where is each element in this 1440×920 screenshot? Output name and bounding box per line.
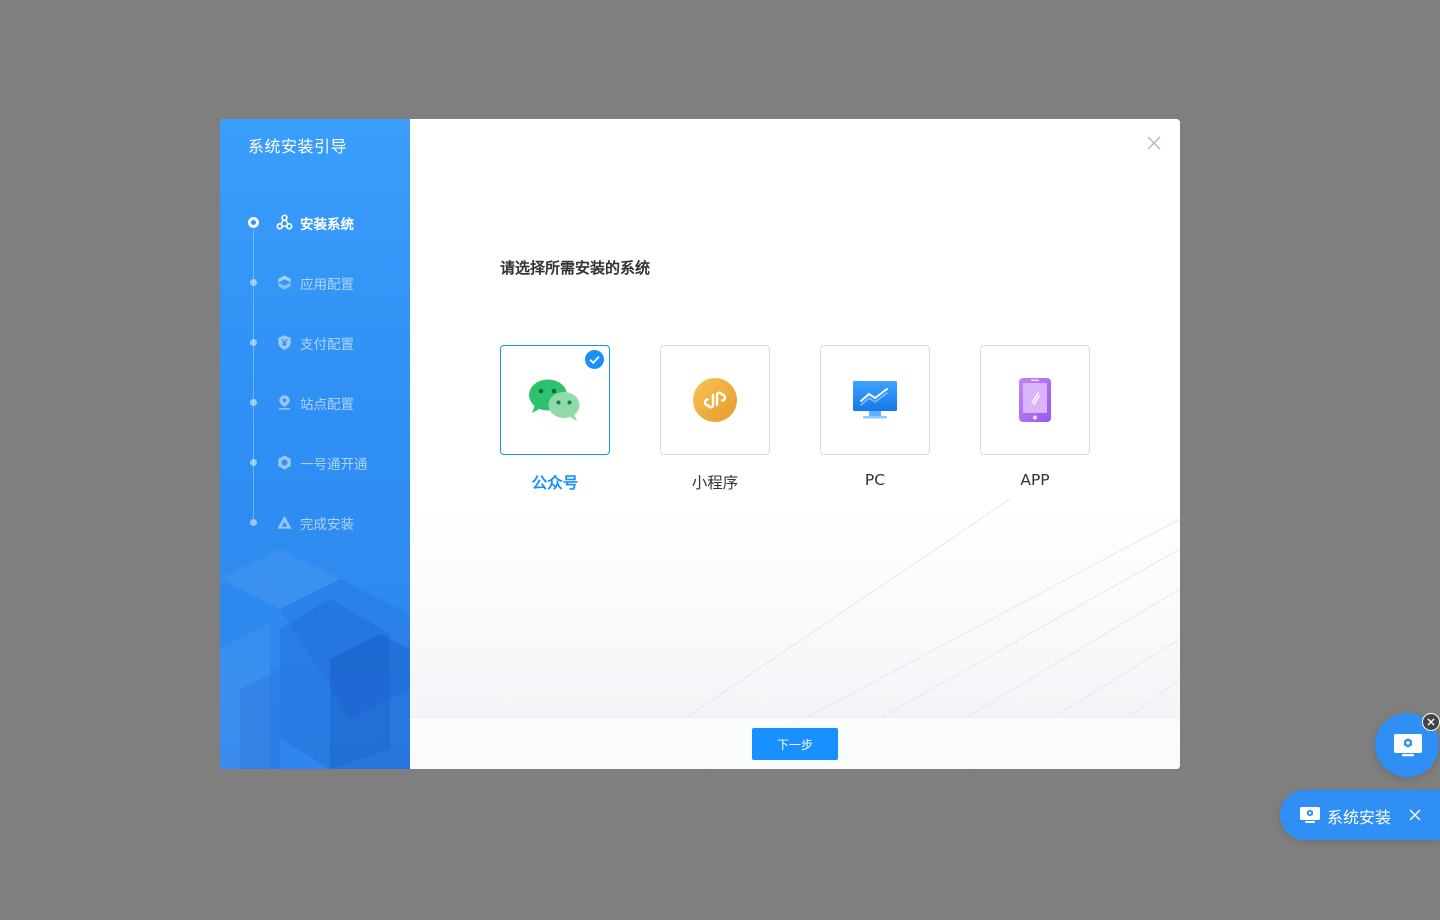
step-dot <box>248 217 259 228</box>
step-dot <box>250 459 257 466</box>
option-card[interactable] <box>500 345 610 455</box>
prompt-heading: 请选择所需安装的系统 <box>500 259 651 277</box>
step-label: 站点配置 <box>300 397 354 413</box>
pill-close-icon[interactable] <box>1408 808 1422 822</box>
yen-shield-icon <box>278 335 291 350</box>
step-list: 安装系统 应用配置 支付配置 站点配置 一号通开通 完成安装 <box>220 119 410 769</box>
step-dot <box>250 519 257 526</box>
option-mini-program[interactable]: 小程序 <box>660 345 770 493</box>
step-app-config[interactable]: 应用配置 <box>220 269 410 295</box>
next-button[interactable]: 下一步 <box>752 728 838 760</box>
main-panel: 请选择所需安装的系统 公众号 小程序 PC APP 下一步 <box>410 119 1180 769</box>
monitor-icon <box>853 381 897 419</box>
option-app[interactable]: APP <box>980 345 1090 489</box>
step-dot <box>250 399 257 406</box>
nodes-icon <box>276 214 293 230</box>
step-label: 完成安装 <box>300 517 354 533</box>
check-icon <box>585 350 604 369</box>
close-icon[interactable] <box>1146 135 1162 151</box>
install-monitor-icon <box>1300 807 1320 823</box>
install-guide-dialog: 系统安装引导 安装系统 应用配置 支付配置 站点配置 一号通开通 完成安装 请选… <box>220 119 1180 769</box>
step-dot <box>250 279 257 286</box>
wechat-icon <box>529 379 580 421</box>
floating-pill-label: 系统安装 <box>1327 808 1392 827</box>
option-label: 小程序 <box>691 474 739 492</box>
mini-program-icon <box>693 378 737 422</box>
step-label: 安装系统 <box>300 217 354 233</box>
option-card[interactable] <box>660 345 770 455</box>
dialog-footer: 下一步 <box>410 717 1180 769</box>
layers-icon <box>278 275 291 290</box>
option-pc[interactable]: PC <box>820 345 930 489</box>
step-finish-install[interactable]: 完成安装 <box>220 509 410 535</box>
option-card[interactable] <box>980 345 1090 455</box>
option-label: 公众号 <box>531 474 579 492</box>
phone-icon <box>1019 378 1051 422</box>
floating-close-icon[interactable] <box>1422 713 1440 731</box>
option-label: PC <box>864 471 886 489</box>
step-payment-config[interactable]: 支付配置 <box>220 329 410 355</box>
triangle-icon <box>277 515 292 529</box>
sidebar: 系统安装引导 安装系统 应用配置 支付配置 站点配置 一号通开通 完成安装 <box>220 119 410 769</box>
hex-badge-icon <box>278 455 291 470</box>
option-card[interactable] <box>820 345 930 455</box>
step-one-account[interactable]: 一号通开通 <box>220 449 410 475</box>
step-dot <box>250 339 257 346</box>
step-label: 支付配置 <box>300 337 354 353</box>
step-site-config[interactable]: 站点配置 <box>220 389 410 415</box>
install-monitor-icon <box>1394 734 1422 757</box>
step-label: 应用配置 <box>300 277 354 293</box>
step-install-system[interactable]: 安装系统 <box>220 209 410 235</box>
floating-install-pill[interactable]: 系统安装 <box>1280 790 1440 840</box>
location-pin-icon <box>278 395 291 410</box>
step-label: 一号通开通 <box>300 457 368 473</box>
option-official-account[interactable]: 公众号 <box>500 345 610 493</box>
option-label: APP <box>1020 471 1050 489</box>
